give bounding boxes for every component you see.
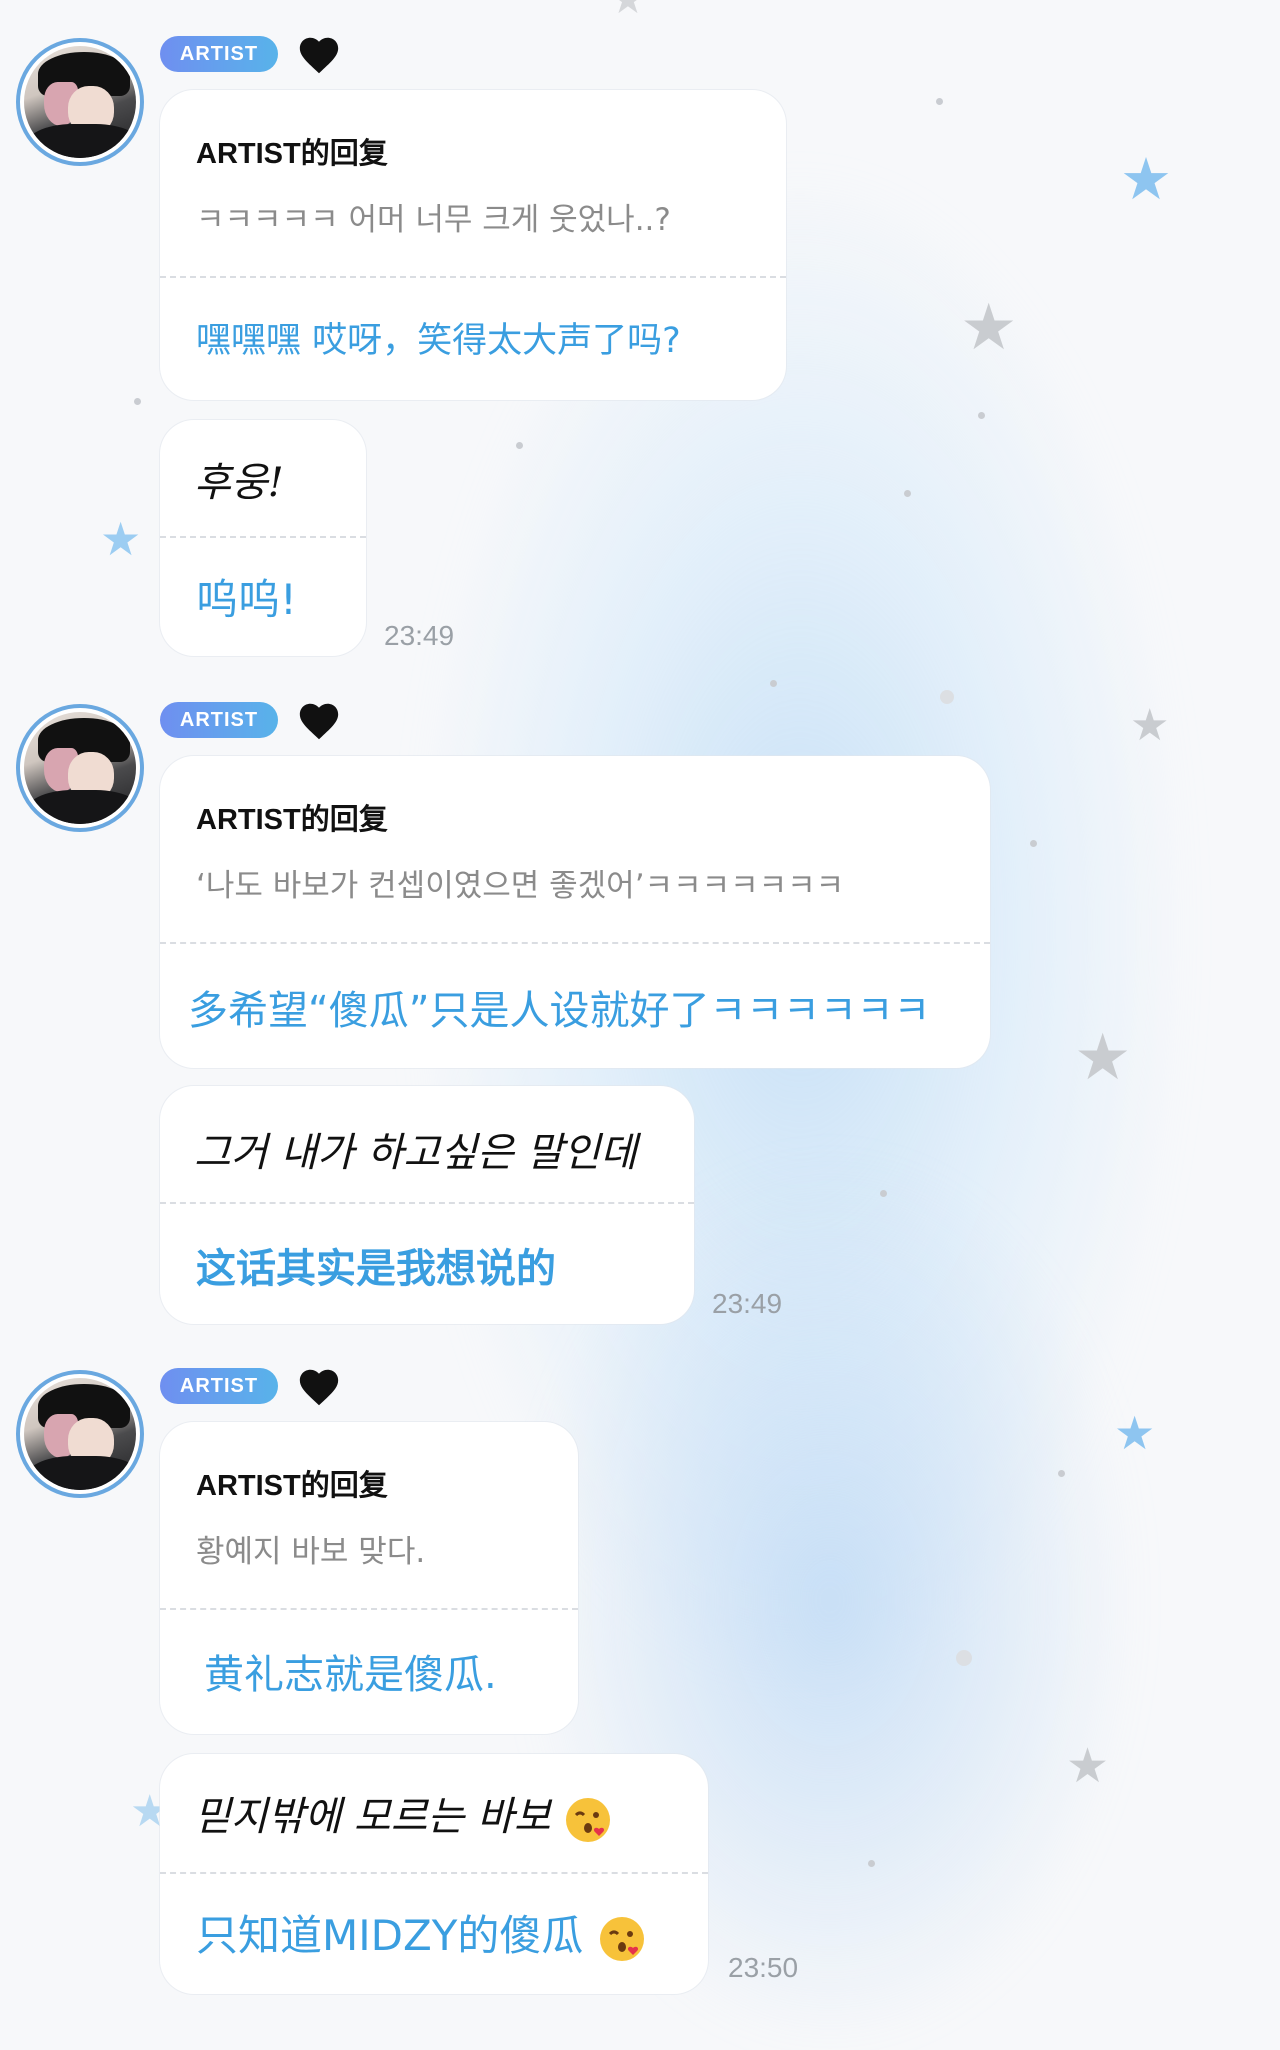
dashed-divider (160, 1608, 578, 1610)
message-translation-text: 只知道MIDZY的傻瓜 (196, 1911, 584, 1960)
kissing-face-emoji-icon (566, 1798, 611, 1842)
black-heart-icon (299, 37, 339, 74)
speckle-dot (904, 490, 911, 497)
artist-avatar[interactable] (16, 1370, 144, 1498)
reply-title: ARTIST的回复 (196, 1470, 388, 1502)
kissing-face-emoji-icon (599, 1916, 644, 1961)
original-reply-text: 황예지 바보 맞다. (196, 1534, 426, 1570)
message-translation: 只知道MIDZY的傻瓜 (196, 1902, 647, 1964)
message-bubble[interactable]: 후웅! 呜呜! (160, 420, 366, 656)
star-decoration-icon: ★ (1114, 1406, 1156, 1460)
message-translation: 呜呜! (196, 575, 297, 624)
speckle-dot (1030, 840, 1037, 847)
timestamp: 23:49 (712, 1288, 783, 1319)
message-bubble[interactable]: 그거 내가 하고싶은 말인데 这话其实是我想说的 (160, 1086, 694, 1324)
reply-bubble[interactable]: ARTIST的回复 황예지 바보 맞다. 黄礼志就是傻瓜. (160, 1422, 578, 1734)
black-heart-icon (299, 703, 339, 740)
message-bubble[interactable]: 믿지밖에 모르는 바보 只知道MIDZY的傻瓜 (160, 1754, 708, 1994)
handwritten-message-text: 믿지밖에 모르는 바보 (194, 1794, 551, 1840)
handwritten-message: 그거 내가 하고싶은 말인데 (194, 1130, 637, 1176)
reply-bubble[interactable]: ARTIST的回复 ‘나도 바보가 컨셉이였으면 좋겠어’ㅋㅋㅋㅋㅋㅋㅋ 多希望… (160, 756, 990, 1068)
handwritten-message: 후웅! (194, 460, 284, 506)
reply-translation: 黄礼志就是傻瓜. (204, 1652, 497, 1698)
star-decoration-icon: ★ (1120, 145, 1172, 213)
reply-translation: 多希望“傻瓜”只是人设就好了ㅋㅋㅋㅋㅋㅋ (188, 988, 931, 1034)
artist-avatar[interactable] (16, 704, 144, 832)
avatar-photo (24, 1378, 136, 1490)
dashed-divider (160, 536, 366, 538)
speckle-dot (940, 690, 954, 704)
dashed-divider (160, 1872, 708, 1874)
dashed-divider (160, 276, 786, 278)
speckle-dot (516, 442, 523, 449)
reply-title: ARTIST的回复 (196, 804, 388, 836)
timestamp: 23:49 (384, 620, 455, 651)
speckle-dot (134, 398, 141, 405)
star-decoration-icon: ★ (100, 512, 142, 566)
artist-avatar[interactable] (16, 38, 144, 166)
artist-badge: ARTIST (160, 36, 278, 72)
artist-badge: ARTIST (160, 702, 278, 738)
speckle-dot (936, 98, 943, 105)
avatar-photo (24, 46, 136, 158)
black-heart-icon (299, 1369, 339, 1406)
reply-translation: 嘿嘿嘿 哎呀，笑得太大声了吗? (196, 321, 681, 361)
speckle-dot (868, 1860, 875, 1867)
dashed-divider (160, 942, 990, 944)
reply-bubble[interactable]: ARTIST的回复 ㅋㅋㅋㅋㅋ 어머 너무 크게 웃었나..? 嘿嘿嘿 哎呀，笑… (160, 90, 786, 400)
handwritten-message: 믿지밖에 모르는 바보 (194, 1784, 613, 1845)
star-decoration-icon: ★ (1130, 700, 1170, 751)
speckle-dot (978, 412, 985, 419)
message-translation: 这话其实是我想说的 (196, 1246, 556, 1292)
reply-title: ARTIST的回复 (196, 138, 388, 170)
speckle-dot (1058, 1470, 1065, 1477)
timestamp: 23:50 (728, 1952, 799, 1983)
original-reply-text: ‘나도 바보가 컨셉이였으면 좋겠어’ㅋㅋㅋㅋㅋㅋㅋ (196, 868, 845, 904)
star-decoration-icon: ★ (1066, 1738, 1110, 1794)
speckle-dot (880, 1190, 887, 1197)
speckle-dot (770, 680, 777, 687)
original-reply-text: ㅋㅋㅋㅋㅋ 어머 너무 크게 웃었나..? (196, 202, 671, 238)
speckle-dot (956, 1650, 972, 1666)
avatar-photo (24, 712, 136, 824)
artist-badge: ARTIST (160, 1368, 278, 1404)
star-decoration-icon: ★ (1074, 1021, 1132, 1095)
star-decoration-icon: ★ (610, 0, 646, 23)
dashed-divider (160, 1202, 694, 1204)
star-decoration-icon: ★ (960, 291, 1018, 365)
